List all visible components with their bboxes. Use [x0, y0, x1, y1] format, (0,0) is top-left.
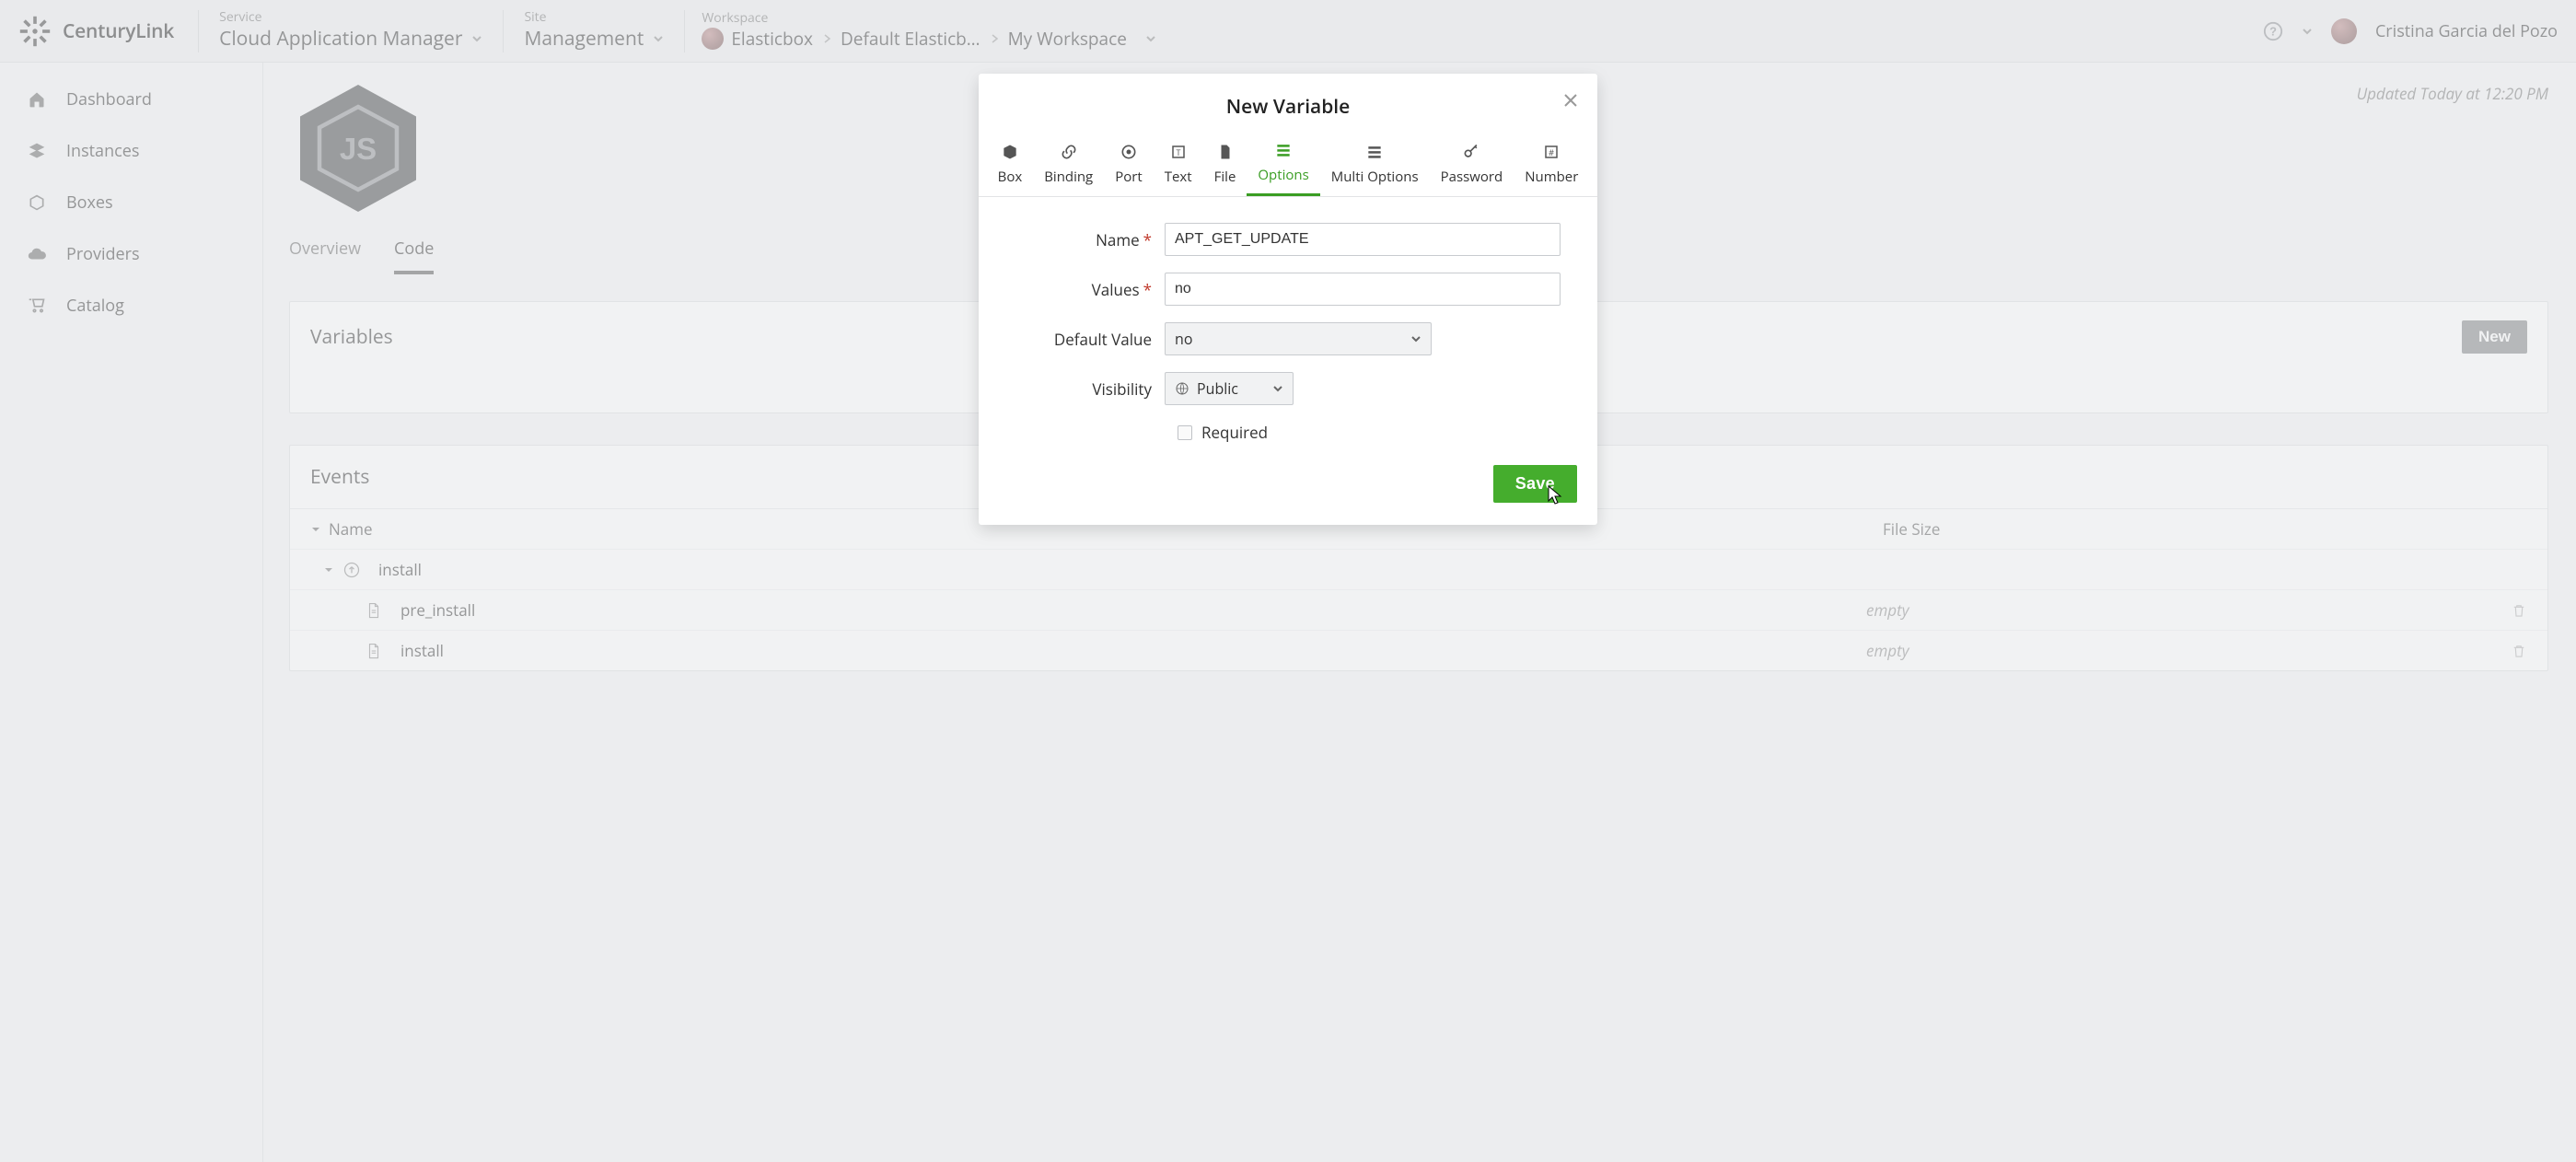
- required-checkbox[interactable]: [1178, 425, 1192, 440]
- type-tab-box[interactable]: Box: [987, 129, 1034, 196]
- multi-options-icon: [1365, 142, 1384, 162]
- type-tab-multi-options[interactable]: Multi Options: [1320, 129, 1430, 196]
- type-tab-label: Password: [1441, 168, 1503, 186]
- caret-down-icon: [1272, 383, 1283, 394]
- name-input[interactable]: [1165, 223, 1561, 256]
- caret-down-icon: [1410, 333, 1421, 344]
- text-icon: T: [1170, 142, 1187, 162]
- values-input[interactable]: [1165, 273, 1561, 306]
- type-tab-label: Text: [1165, 168, 1192, 186]
- values-field-label: Values*: [1015, 279, 1165, 300]
- default-value-selected: no: [1175, 329, 1192, 349]
- type-tab-file[interactable]: File: [1203, 129, 1247, 196]
- variable-type-tabs: Box Binding Port T Text File: [979, 129, 1597, 197]
- modal-overlay: New Variable Box Binding Port: [0, 0, 2576, 1162]
- box-icon: [1001, 142, 1019, 162]
- type-tab-port[interactable]: Port: [1104, 129, 1154, 196]
- type-tab-options[interactable]: Options: [1247, 129, 1319, 196]
- modal-title: New Variable: [997, 94, 1579, 120]
- visibility-field-label: Visibility: [1015, 378, 1165, 400]
- type-tab-label: Box: [998, 168, 1023, 186]
- file-icon: [1217, 142, 1234, 162]
- new-variable-modal: New Variable Box Binding Port: [979, 74, 1597, 525]
- type-tab-label: Port: [1115, 168, 1143, 186]
- default-value-field-label: Default Value: [1015, 329, 1165, 350]
- close-icon[interactable]: [1562, 92, 1579, 109]
- type-tab-label: File: [1214, 168, 1236, 186]
- required-label: Required: [1201, 422, 1268, 443]
- default-value-select[interactable]: no: [1165, 322, 1432, 355]
- visibility-select[interactable]: Public: [1165, 372, 1294, 405]
- globe-icon: [1175, 381, 1189, 396]
- type-tab-password[interactable]: Password: [1430, 129, 1514, 196]
- link-icon: [1060, 142, 1078, 162]
- options-icon: [1274, 140, 1293, 160]
- type-tab-number[interactable]: # Number: [1514, 129, 1589, 196]
- type-tab-label: Multi Options: [1331, 168, 1419, 186]
- type-tab-text[interactable]: T Text: [1154, 129, 1203, 196]
- type-tab-binding[interactable]: Binding: [1033, 129, 1104, 196]
- save-button[interactable]: Save: [1493, 465, 1577, 503]
- port-icon: [1120, 142, 1138, 162]
- type-tab-label: Number: [1525, 168, 1578, 186]
- visibility-selected: Public: [1197, 378, 1238, 399]
- name-field-label: Name*: [1015, 229, 1165, 250]
- type-tab-label: Options: [1258, 166, 1308, 184]
- number-icon: #: [1543, 142, 1560, 162]
- type-tab-label: Binding: [1044, 168, 1093, 186]
- svg-text:#: #: [1549, 145, 1554, 157]
- svg-text:T: T: [1176, 145, 1180, 157]
- key-icon: [1462, 142, 1480, 162]
